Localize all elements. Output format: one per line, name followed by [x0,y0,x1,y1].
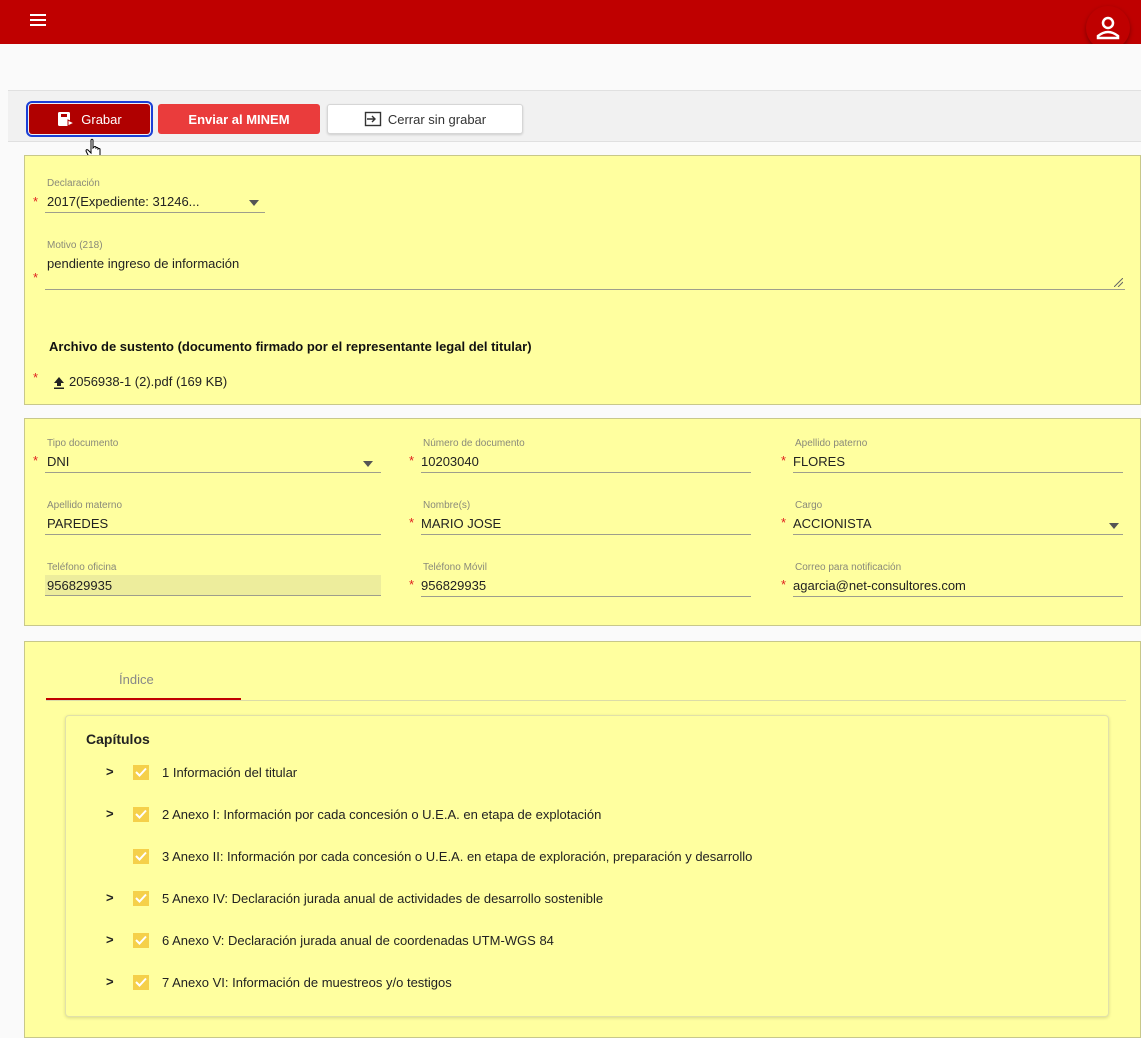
chapter-item: > 6 Anexo V: Declaración jurada anual de… [66,931,1066,951]
declaracion-panel: Declaración * 2017(Expediente: 31246... … [24,155,1141,405]
tipo-documento-label: Tipo documento [47,438,119,449]
chapter-label[interactable]: 3 Anexo II: Información por cada concesi… [162,849,752,864]
tab-indice-label: Índice [119,672,154,687]
save-icon [57,111,76,127]
nombres-value: MARIO JOSE [421,516,502,531]
required-mark: * [781,453,787,468]
cerrar-sin-grabar-button[interactable]: Cerrar sin grabar [327,104,523,134]
motivo-value: pendiente ingreso de información [47,256,240,271]
chapter-label[interactable]: 1 Información del titular [162,765,297,780]
nombres-input[interactable]: MARIO JOSE [421,514,751,535]
chapter-item: > 7 Anexo VI: Información de muestreos y… [66,973,1066,993]
declaracion-select[interactable]: 2017(Expediente: 31246... [45,192,265,214]
required-mark: * [33,270,39,285]
telefono-oficina-input[interactable]: 956829935 [45,575,381,596]
telefono-movil-label: Teléfono Móvil [423,562,487,573]
chevron-right-icon[interactable]: > [106,974,114,989]
chapter-checkbox[interactable] [133,975,149,990]
declaracion-label: Declaración [47,178,100,189]
apellido-materno-label: Apellido materno [47,500,123,511]
chapter-item: > 1 Información del titular [66,763,1066,783]
chapter-checkbox[interactable] [133,933,149,948]
telefono-oficina-value: 956829935 [47,578,113,593]
chapter-item: > 5 Anexo IV: Declaración jurada anual d… [66,889,1066,909]
top-app-bar [0,0,1141,50]
telefono-movil-value: 956829935 [421,578,487,593]
sub-header [0,44,1141,90]
archivo-title: Archivo de sustento (documento firmado p… [49,339,532,354]
menu-icon[interactable] [30,14,52,28]
telefono-oficina-label: Teléfono oficina [47,562,117,573]
upload-icon [54,377,64,389]
representante-panel: Tipo documento * DNI Número de documento… [24,418,1141,626]
correo-value: agarcia@net-consultores.com [793,578,966,593]
chapter-checkbox[interactable] [133,891,149,906]
cerrar-label: Cerrar sin grabar [387,111,487,127]
chapter-label[interactable]: 2 Anexo I: Información por cada concesió… [162,807,601,822]
chapter-checkbox[interactable] [133,849,149,864]
correo-input[interactable]: agarcia@net-consultores.com [793,576,1123,597]
tab-indice[interactable]: Índice [46,662,241,700]
motivo-label: Motivo (218) [47,240,103,251]
apellido-materno-input[interactable]: PAREDES [45,514,381,535]
resize-handle-icon[interactable] [1114,278,1123,287]
cargo-value: ACCIONISTA [793,516,872,531]
cargo-label: Cargo [795,500,823,511]
chevron-down-icon [1109,523,1119,529]
required-mark: * [781,577,787,592]
telefono-movil-input[interactable]: 956829935 [421,576,751,597]
chevron-right-icon[interactable]: > [106,932,114,947]
numero-documento-input[interactable]: 10203040 [421,452,751,473]
chevron-right-icon[interactable]: > [106,890,114,905]
cargo-select[interactable]: ACCIONISTA [793,514,1123,535]
archivo-upload[interactable]: 2056938-1 (2).pdf (169 KB) [53,374,313,394]
enviar-minem-button[interactable]: Enviar al MINEM [158,104,320,134]
action-toolbar: Grabar Enviar al MINEM Cerrar sin grabar [8,90,1141,142]
tipo-documento-value: DNI [47,454,70,469]
required-mark: * [33,370,39,385]
indice-panel: Índice Capítulos > 1 Información del tit… [24,641,1141,1038]
chapter-item: > 2 Anexo I: Información por cada conces… [66,805,1066,825]
declaracion-value: 2017(Expediente: 31246... [47,194,200,209]
chapter-checkbox[interactable] [133,807,149,822]
chapter-item: 3 Anexo II: Información por cada concesi… [66,847,1066,867]
chevron-down-icon [249,200,259,206]
motivo-textarea[interactable]: pendiente ingreso de información [45,254,1125,290]
chapter-label[interactable]: 7 Anexo VI: Información de muestreos y/o… [162,975,452,990]
apellido-paterno-value: FLORES [793,454,846,469]
required-mark: * [33,453,39,468]
chevron-down-icon [363,461,373,467]
enviar-label: Enviar al MINEM [188,111,290,127]
chapter-checkbox[interactable] [133,765,149,780]
required-mark: * [33,194,39,209]
exit-icon [364,111,382,127]
apellido-materno-value: PAREDES [47,516,109,531]
numero-documento-value: 10203040 [421,454,479,469]
chevron-right-icon[interactable]: > [106,806,114,821]
nombres-label: Nombre(s) [423,500,471,511]
capitulos-title: Capítulos [86,731,150,747]
capitulos-card: Capítulos > 1 Información del titular > … [65,715,1109,1017]
grabar-label: Grabar [81,111,122,127]
chapter-label[interactable]: 5 Anexo IV: Declaración jurada anual de … [162,891,603,906]
required-mark: * [409,453,415,468]
apellido-paterno-label: Apellido paterno [795,438,868,449]
numero-documento-label: Número de documento [423,438,525,449]
archivo-filename: 2056938-1 (2).pdf (169 KB) [69,374,228,389]
tab-active-indicator [46,698,241,700]
chevron-right-icon[interactable]: > [106,764,114,779]
required-mark: * [409,515,415,530]
tipo-documento-select[interactable]: DNI [45,452,381,473]
grabar-button[interactable]: Grabar [26,101,153,137]
chapter-label[interactable]: 6 Anexo V: Declaración jurada anual de c… [162,933,554,948]
correo-label: Correo para notificación [795,562,902,573]
required-mark: * [409,577,415,592]
tab-divider [46,700,1126,701]
apellido-paterno-input[interactable]: FLORES [793,452,1123,473]
required-mark: * [781,515,787,530]
